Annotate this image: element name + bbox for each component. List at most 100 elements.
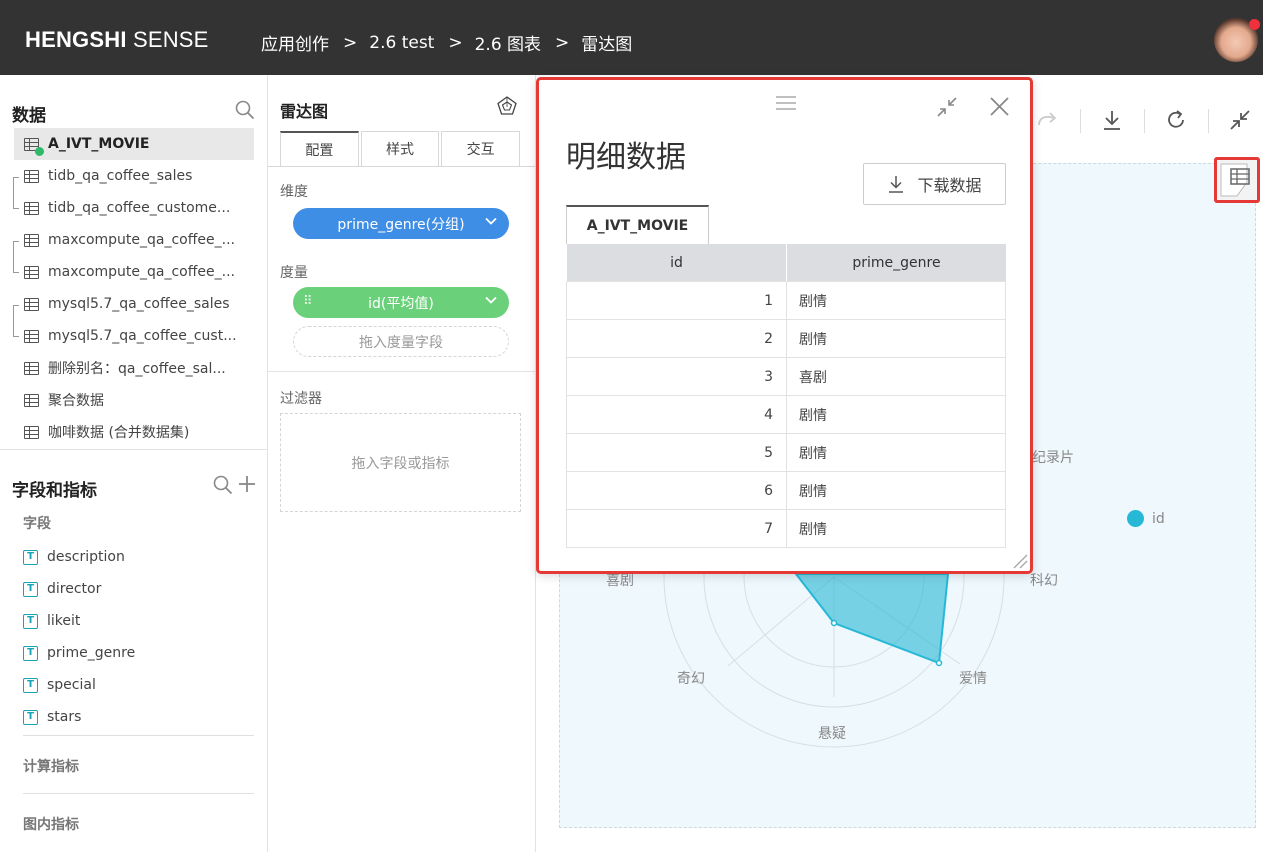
measure-pill[interactable]: ⠿ id(平均值) bbox=[293, 287, 509, 318]
table-row: 6 剧情 bbox=[566, 472, 1006, 510]
drag-handle-icon[interactable] bbox=[775, 95, 797, 111]
radar-point[interactable] bbox=[830, 619, 838, 627]
table-header: id prime_genre bbox=[566, 244, 1006, 282]
dimension-label: 维度 bbox=[280, 184, 308, 200]
close-icon[interactable] bbox=[990, 97, 1009, 116]
collapse-icon[interactable] bbox=[1229, 109, 1251, 131]
table-icon bbox=[24, 233, 39, 247]
table-cell: 5 bbox=[566, 434, 786, 471]
breadcrumb-separator: > bbox=[555, 32, 570, 53]
table-row: 7 剧情 bbox=[566, 510, 1006, 548]
tab-config[interactable]: 配置 bbox=[280, 131, 359, 167]
field-item-likeit[interactable]: Tlikeit bbox=[23, 609, 80, 633]
dataset-item-a-ivt-movie[interactable]: A_IVT_MOVIE bbox=[14, 128, 254, 160]
table-icon bbox=[24, 329, 39, 343]
breadcrumb-app-create[interactable]: 应用创作 bbox=[261, 30, 329, 55]
data-section-title: 数据 bbox=[12, 106, 46, 126]
dataset-item[interactable]: 聚合数据 bbox=[14, 384, 254, 416]
radar-series-area[interactable] bbox=[793, 573, 950, 665]
table-cell: 剧情 bbox=[786, 472, 1006, 509]
dataset-item[interactable]: tidb_qa_coffee_sales bbox=[14, 160, 254, 192]
notification-dot bbox=[1249, 19, 1260, 30]
radar-label-bottom-right: 爱情 bbox=[959, 671, 987, 687]
dataset-item[interactable]: 咖啡数据 (合并数据集) bbox=[14, 416, 254, 448]
minimize-icon[interactable] bbox=[936, 96, 958, 118]
table-row: 3 喜剧 bbox=[566, 358, 1006, 396]
breadcrumb-chart: 雷达图 bbox=[581, 35, 633, 55]
download-data-button[interactable]: 下载数据 bbox=[863, 163, 1006, 205]
text-type-icon: T bbox=[23, 709, 38, 725]
field-item-special[interactable]: Tspecial bbox=[23, 673, 96, 697]
measure-label: 度量 bbox=[280, 265, 308, 281]
filter-drop-zone[interactable]: 拖入字段或指标 bbox=[280, 413, 521, 512]
dataset-item[interactable]: mysql5.7_qa_coffee_sales bbox=[14, 288, 254, 320]
field-item-description[interactable]: Tdescription bbox=[23, 545, 125, 569]
breadcrumb-separator: > bbox=[343, 32, 358, 53]
redo-icon[interactable] bbox=[1036, 109, 1060, 131]
table-cell: 剧情 bbox=[786, 396, 1006, 433]
chart-type-title: 雷达图 bbox=[280, 102, 329, 121]
filter-label: 过滤器 bbox=[280, 391, 322, 407]
calc-metrics-title[interactable]: 计算指标 bbox=[23, 756, 79, 776]
table-cell: 剧情 bbox=[786, 434, 1006, 471]
table-icon bbox=[24, 425, 39, 439]
data-panel: 数据 A_IVT_MOVIE tidb_qa_coffee_sales tidb… bbox=[0, 75, 268, 852]
refresh-icon[interactable] bbox=[1165, 109, 1187, 131]
config-tabs: 配置 样式 交互 bbox=[280, 131, 521, 167]
measure-drop-zone[interactable]: 拖入度量字段 bbox=[293, 326, 509, 357]
dataset-item[interactable]: maxcompute_qa_coffee_... bbox=[14, 224, 254, 256]
tab-style[interactable]: 样式 bbox=[360, 131, 440, 167]
chevron-down-icon[interactable] bbox=[485, 215, 497, 227]
field-item-stars[interactable]: Tstars bbox=[23, 705, 81, 729]
fields-subtitle: 字段 bbox=[23, 516, 51, 532]
search-icon[interactable] bbox=[213, 475, 233, 495]
resize-handle-icon[interactable] bbox=[1010, 551, 1028, 569]
search-icon[interactable] bbox=[235, 100, 255, 120]
user-avatar[interactable] bbox=[1214, 18, 1260, 62]
radar-label-bottom: 悬疑 bbox=[818, 726, 846, 742]
toolbar-separator bbox=[1144, 109, 1145, 133]
breadcrumb-app[interactable]: 2.6 test bbox=[369, 33, 434, 53]
table-cell: 2 bbox=[566, 320, 786, 357]
chart-metrics-title[interactable]: 图内指标 bbox=[23, 814, 79, 834]
tab-interaction[interactable]: 交互 bbox=[441, 131, 521, 167]
field-item-prime-genre[interactable]: Tprime_genre bbox=[23, 641, 135, 665]
add-icon[interactable] bbox=[238, 475, 256, 493]
table-cell: 剧情 bbox=[786, 510, 1006, 547]
chevron-down-icon[interactable] bbox=[485, 294, 497, 306]
fields-section-title: 字段和指标 bbox=[12, 481, 97, 501]
column-header-id[interactable]: id bbox=[566, 244, 786, 281]
radar-label-bottom-left: 奇幻 bbox=[677, 671, 705, 687]
config-panel: 雷达图 配置 样式 交互 维度 prime_genre(分组) 度量 ⠿ id(… bbox=[268, 75, 536, 852]
drag-handle-icon[interactable]: ⠿ bbox=[303, 294, 312, 309]
table-icon bbox=[24, 201, 39, 215]
dataset-item[interactable]: maxcompute_qa_coffee_... bbox=[14, 256, 254, 288]
download-icon[interactable] bbox=[1101, 109, 1123, 131]
top-bar: HENGSHI SENSE 应用创作 > 2.6 test > 2.6 图表 >… bbox=[0, 0, 1263, 75]
text-type-icon: T bbox=[23, 581, 38, 597]
brand-logo[interactable]: HENGSHI SENSE bbox=[25, 27, 209, 53]
radar-label-right: 科幻 bbox=[1030, 573, 1058, 589]
table-row: 5 剧情 bbox=[566, 434, 1006, 472]
dataset-item[interactable]: mysql5.7_qa_coffee_cust... bbox=[14, 320, 254, 352]
detail-data-button[interactable] bbox=[1214, 157, 1260, 203]
tab-dataset[interactable]: A_IVT_MOVIE bbox=[566, 205, 709, 244]
chart-legend[interactable]: id bbox=[1127, 510, 1165, 527]
dataset-item[interactable]: tidb_qa_coffee_custome... bbox=[14, 192, 254, 224]
section-divider bbox=[268, 371, 535, 372]
table-icon bbox=[24, 361, 39, 375]
radar-chart-icon[interactable] bbox=[497, 96, 517, 116]
radar-point[interactable] bbox=[935, 659, 943, 667]
toolbar-separator bbox=[1208, 109, 1209, 133]
column-header-prime-genre[interactable]: prime_genre bbox=[786, 244, 1006, 281]
dimension-pill[interactable]: prime_genre(分组) bbox=[293, 208, 509, 239]
breadcrumb-dashboard[interactable]: 2.6 图表 bbox=[475, 30, 541, 55]
section-divider bbox=[23, 735, 254, 736]
status-ok-icon bbox=[35, 147, 44, 156]
section-divider bbox=[0, 449, 267, 450]
field-item-director[interactable]: Tdirector bbox=[23, 577, 101, 601]
dataset-item[interactable]: 删除别名：qa_coffee_sal... bbox=[14, 352, 254, 384]
detail-table: id prime_genre 1 剧情 2 剧情 3 喜剧 4 剧情 5 剧情 6 剧情 7… bbox=[566, 244, 1006, 548]
detail-data-modal: 明细数据 下载数据 A_IVT_MOVIE id prime_genre 1 剧情… bbox=[536, 77, 1033, 574]
toolbar-separator bbox=[1080, 109, 1081, 133]
